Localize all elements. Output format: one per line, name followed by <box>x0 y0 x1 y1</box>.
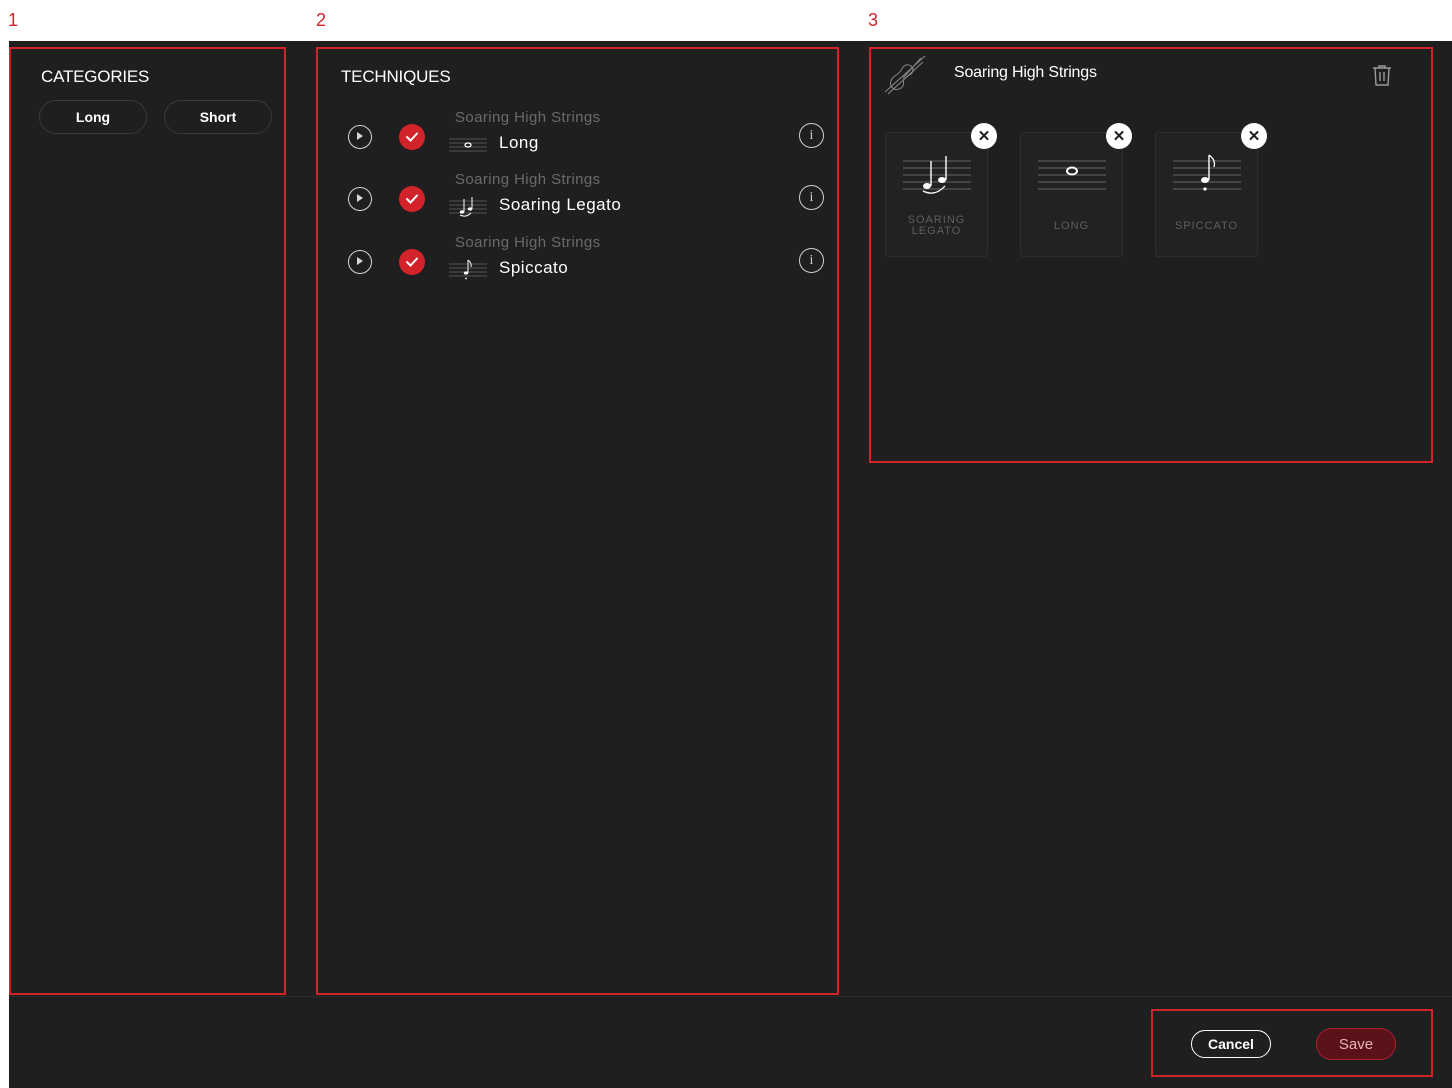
whole-note-icon <box>449 133 487 155</box>
preset-title: Soaring High Strings <box>954 64 1097 81</box>
remove-card-icon[interactable]: ✕ <box>1106 123 1132 149</box>
techniques-panel: TECHNIQUES Soaring High Strings Long i S… <box>316 47 839 995</box>
technique-instrument: Soaring High Strings <box>455 109 601 126</box>
spiccato-note-icon <box>1171 153 1243 195</box>
category-pill-long[interactable]: Long <box>39 100 147 134</box>
info-icon[interactable]: i <box>799 248 824 273</box>
category-pill-short[interactable]: Short <box>164 100 272 134</box>
trash-icon[interactable] <box>1371 63 1393 87</box>
play-icon[interactable] <box>348 187 372 211</box>
technique-label: Spiccato <box>499 258 569 277</box>
techniques-title: TECHNIQUES <box>341 67 451 86</box>
info-icon[interactable]: i <box>799 123 824 148</box>
spiccato-note-icon <box>449 258 487 280</box>
technique-label: Long <box>499 133 539 152</box>
cancel-button[interactable]: Cancel <box>1191 1030 1271 1058</box>
card-label: LONG <box>1053 220 1090 232</box>
categories-title: CATEGORIES <box>41 67 150 86</box>
annotation-3: 3 <box>868 10 879 30</box>
annotation-1: 1 <box>8 10 19 30</box>
technique-row[interactable]: Soaring High Strings Long i <box>318 109 838 171</box>
remove-card-icon[interactable]: ✕ <box>1241 123 1267 149</box>
info-icon[interactable]: i <box>799 185 824 210</box>
technique-instrument: Soaring High Strings <box>455 234 601 251</box>
technique-instrument: Soaring High Strings <box>455 171 601 188</box>
card-label: SOARING LEGATO <box>907 214 966 237</box>
whole-note-icon <box>1036 153 1108 195</box>
save-button[interactable]: Save <box>1316 1028 1396 1060</box>
technique-row[interactable]: Soaring High Strings Soaring Legato i <box>318 171 838 233</box>
legato-notes-icon <box>449 195 487 217</box>
preset-panel: Soaring High Strings SOARING LEGATO ✕ LO… <box>869 47 1433 463</box>
technique-row[interactable]: Soaring High Strings Spiccato i <box>318 234 838 296</box>
legato-notes-icon <box>901 153 973 195</box>
checkmark-icon[interactable] <box>399 124 425 150</box>
categories-panel: CATEGORIES Long Short <box>9 47 286 995</box>
checkmark-icon[interactable] <box>399 186 425 212</box>
technique-card[interactable]: SPICCATO ✕ <box>1155 123 1267 257</box>
card-label: SPICCATO <box>1174 220 1239 232</box>
annotation-2: 2 <box>316 10 327 30</box>
footer-divider <box>9 996 1452 997</box>
technique-card[interactable]: LONG ✕ <box>1020 123 1132 257</box>
technique-card[interactable]: SOARING LEGATO ✕ <box>885 123 997 257</box>
checkmark-icon[interactable] <box>399 249 425 275</box>
technique-label: Soaring Legato <box>499 195 622 214</box>
play-icon[interactable] <box>348 250 372 274</box>
remove-card-icon[interactable]: ✕ <box>971 123 997 149</box>
app-window: CATEGORIES Long Short TECHNIQUES Soaring… <box>9 41 1452 1088</box>
violin-icon <box>881 52 927 96</box>
play-icon[interactable] <box>348 125 372 149</box>
